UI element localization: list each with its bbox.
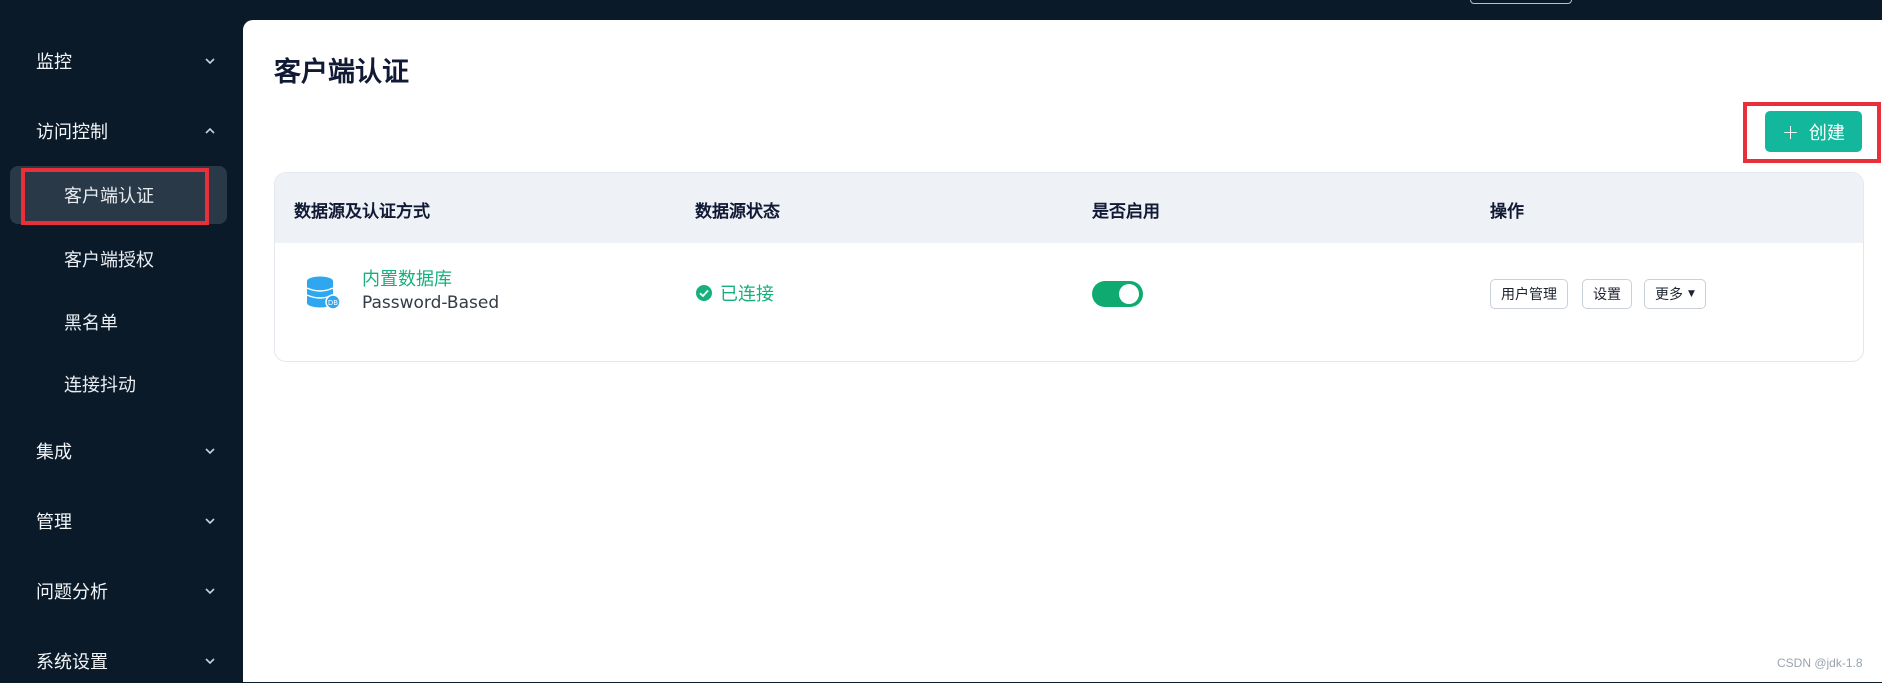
page-title: 客户端认证 [274,57,409,88]
nav-group-label: 问题分析 [36,582,108,603]
status-text: 已连接 [720,284,774,305]
sidebar-item-label: 连接抖动 [64,375,136,396]
column-header-source: 数据源及认证方式 [294,202,430,222]
main-content: 客户端认证 + 创建 数据源及认证方式 数据源状态 是否启用 操作 DB 内置数… [243,20,1882,682]
check-circle-icon [696,285,712,301]
table-row: DB 内置数据库 Password-Based 已连接 用户管理 设置 更多 ▼ [275,243,1863,343]
sidebar: 监控 访问控制 客户端认证 客户端授权 黑名单 连接抖动 集成 管理 问题分析 … [0,20,243,682]
chevron-down-icon [205,658,215,665]
status-badge: 已连接 [695,280,774,306]
sidebar-item-label: 黑名单 [64,313,118,334]
user-management-button[interactable]: 用户管理 [1490,279,1568,309]
nav-group-label: 管理 [36,512,72,533]
top-bar-button[interactable] [1470,0,1572,4]
sidebar-item-label: 客户端认证 [64,186,154,207]
toggle-knob [1119,284,1139,304]
nav-group-label: 监控 [36,52,72,73]
nav-group-access-control[interactable]: 访问控制 [0,109,243,153]
user-management-label: 用户管理 [1501,287,1557,303]
nav-group-label: 系统设置 [36,652,108,673]
column-header-actions: 操作 [1490,202,1524,222]
chevron-down-icon [205,448,215,455]
nav-group-label: 集成 [36,442,72,463]
table-header: 数据源及认证方式 数据源状态 是否启用 操作 [275,173,1863,243]
column-header-status: 数据源状态 [695,202,780,222]
create-button-label: 创建 [1808,122,1845,144]
nav-group-monitoring[interactable]: 监控 [0,39,243,83]
database-icon: DB [306,276,341,310]
chevron-down-icon [205,58,215,65]
more-dropdown-button[interactable]: 更多 ▼ [1644,279,1706,309]
nav-group-label: 访问控制 [36,122,108,143]
sidebar-item-client-authorization[interactable]: 客户端授权 [10,230,227,288]
column-header-enabled: 是否启用 [1092,202,1160,222]
nav-group-management[interactable]: 管理 [0,499,243,543]
settings-label: 设置 [1593,287,1621,303]
nav-group-integration[interactable]: 集成 [0,429,243,473]
sidebar-item-flapping-detect[interactable]: 连接抖动 [10,355,227,413]
caret-down-icon: ▼ [1688,289,1695,299]
watermark: CSDN @jdk-1.8 [1777,656,1863,670]
settings-button[interactable]: 设置 [1582,279,1632,309]
svg-text:DB: DB [328,299,338,307]
nav-group-system-settings[interactable]: 系统设置 [0,639,243,683]
sidebar-item-blacklist[interactable]: 黑名单 [10,293,227,351]
chevron-up-icon [205,127,215,134]
plus-icon: + [1782,119,1799,144]
nav-group-diagnostics[interactable]: 问题分析 [0,569,243,613]
enable-toggle[interactable] [1092,281,1143,307]
data-source-link[interactable]: 内置数据库 [362,265,452,291]
sidebar-item-label: 客户端授权 [64,250,154,271]
top-bar [0,0,1882,20]
chevron-down-icon [205,588,215,595]
create-button[interactable]: + 创建 [1765,111,1862,152]
chevron-down-icon [205,518,215,525]
more-label: 更多 [1655,287,1683,303]
auth-mechanism: Password-Based [362,293,500,313]
logo-icon [36,0,38,1]
sidebar-item-client-authentication[interactable]: 客户端认证 [10,166,227,224]
authentication-table: 数据源及认证方式 数据源状态 是否启用 操作 DB 内置数据库 Password… [274,172,1864,362]
